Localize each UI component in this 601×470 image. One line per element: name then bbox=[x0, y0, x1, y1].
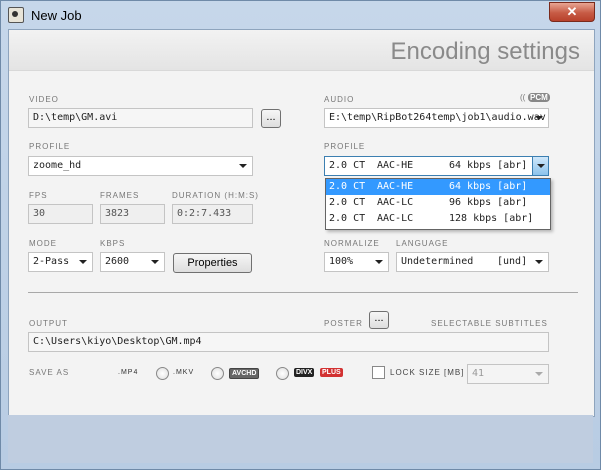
mode-value: 2-Pass bbox=[33, 256, 70, 267]
sound-icon: (( bbox=[520, 93, 526, 102]
audio-profile-codec: AAC-HE bbox=[377, 160, 414, 171]
lock-size-checkbox[interactable] bbox=[372, 366, 385, 379]
duration-label: DURATION (H:M:S) bbox=[172, 191, 259, 200]
language-value: Undetermined bbox=[401, 256, 474, 267]
fps-field[interactable]: 30 bbox=[28, 204, 93, 224]
fps-value: 30 bbox=[33, 208, 46, 219]
frames-field[interactable]: 3823 bbox=[100, 204, 165, 224]
kbps-value: 2600 bbox=[105, 256, 130, 267]
window-title: New Job bbox=[31, 8, 82, 23]
radio-mp4[interactable] bbox=[156, 367, 169, 380]
chevron-down-icon[interactable] bbox=[375, 260, 383, 264]
option-channels: 2.0 CT bbox=[329, 213, 366, 224]
video-browse-button[interactable]: ... bbox=[261, 109, 281, 128]
audio-label: AUDIO bbox=[324, 95, 355, 104]
audio-profile-option[interactable]: 2.0 CT AAC-HE 64 kbps [abr] bbox=[326, 179, 550, 195]
output-path-text: C:\Users\kiyo\Desktop\GM.mp4 bbox=[33, 336, 202, 347]
normalize-select[interactable]: 100% bbox=[324, 252, 389, 272]
output-label: OUTPUT bbox=[29, 319, 68, 328]
kbps-stepper[interactable]: 2600 bbox=[100, 252, 165, 272]
normalize-value: 100% bbox=[329, 256, 354, 267]
radio-avchd[interactable] bbox=[276, 367, 289, 380]
video-profile-select[interactable]: zoome_hd bbox=[28, 156, 253, 176]
option-codec: AAC-HE bbox=[377, 181, 414, 192]
lock-size-value: 41 bbox=[472, 368, 485, 379]
audio-profile-select[interactable]: 2.0 CT AAC-HE 64 kbps [abr] bbox=[324, 156, 549, 176]
frames-label: FRAMES bbox=[100, 191, 140, 200]
option-bitrate: 96 kbps [abr] bbox=[449, 197, 528, 208]
frames-value: 3823 bbox=[105, 208, 130, 219]
video-path-text: D:\temp\GM.avi bbox=[33, 112, 118, 123]
poster-label: POSTER bbox=[324, 319, 363, 328]
title-bar[interactable]: New Job ✕ bbox=[1, 1, 600, 29]
format-avchd-label: AVCHD bbox=[229, 368, 260, 379]
chevron-down-icon[interactable] bbox=[79, 260, 87, 264]
bottom-band bbox=[8, 415, 593, 463]
language-select[interactable]: Undetermined [und] bbox=[396, 252, 549, 272]
format-mkv-label: .MKV bbox=[173, 369, 195, 376]
properties-button[interactable]: Properties bbox=[173, 253, 252, 273]
audio-profile-bitrate: 64 kbps [abr] bbox=[449, 160, 528, 171]
format-mp4-label: .MP4 bbox=[118, 369, 139, 376]
video-profile-label: PROFILE bbox=[29, 142, 71, 151]
save-as-label: SAVE AS bbox=[29, 368, 70, 377]
language-label: LANGUAGE bbox=[396, 239, 449, 248]
language-code: [und] bbox=[497, 256, 528, 267]
header-band: Encoding settings bbox=[9, 30, 594, 71]
kbps-label: KBPS bbox=[100, 239, 126, 248]
pcm-badge-text: PCM bbox=[528, 93, 550, 102]
format-plus-label: PLUS bbox=[320, 368, 343, 377]
option-bitrate: 128 kbps [abr] bbox=[449, 213, 534, 224]
video-path-field[interactable]: D:\temp\GM.avi bbox=[28, 108, 253, 128]
page-title: Encoding settings bbox=[390, 38, 580, 65]
option-codec: AAC-LC bbox=[377, 197, 414, 208]
dropdown-button[interactable] bbox=[532, 157, 548, 175]
audio-path-text: E:\temp\RipBot264temp\job1\audio.wav bbox=[329, 112, 546, 123]
chevron-down-icon[interactable] bbox=[535, 116, 543, 120]
duration-field[interactable]: 0:2:7.433 bbox=[172, 204, 253, 224]
audio-profile-channels: 2.0 CT bbox=[329, 160, 366, 171]
lock-size-select[interactable]: 41 bbox=[467, 364, 549, 384]
format-divx-label: DIVX bbox=[294, 368, 315, 377]
option-channels: 2.0 CT bbox=[329, 197, 366, 208]
lock-size-label: LOCK SIZE [MB] bbox=[390, 368, 465, 377]
chevron-down-icon[interactable] bbox=[239, 164, 247, 168]
fps-label: FPS bbox=[29, 191, 48, 200]
duration-value: 0:2:7.433 bbox=[177, 208, 232, 219]
audio-path-field[interactable]: E:\temp\RipBot264temp\job1\audio.wav bbox=[324, 108, 549, 128]
radio-mkv[interactable] bbox=[211, 367, 224, 380]
app-icon bbox=[8, 7, 24, 23]
chevron-down-icon[interactable] bbox=[535, 372, 543, 376]
video-profile-value: zoome_hd bbox=[33, 160, 82, 171]
mode-select[interactable]: 2-Pass bbox=[28, 252, 93, 272]
chevron-down-icon[interactable] bbox=[151, 260, 159, 264]
section-divider bbox=[28, 292, 578, 293]
output-path-field[interactable]: C:\Users\kiyo\Desktop\GM.mp4 bbox=[28, 332, 549, 352]
mode-label: MODE bbox=[29, 239, 57, 248]
close-button[interactable]: ✕ bbox=[549, 2, 595, 22]
option-codec: AAC-LC bbox=[377, 213, 414, 224]
option-channels: 2.0 CT bbox=[329, 181, 366, 192]
option-bitrate: 64 kbps [abr] bbox=[449, 181, 528, 192]
chevron-down-icon[interactable] bbox=[535, 260, 543, 264]
audio-profile-option[interactable]: 2.0 CT AAC-LC 96 kbps [abr] bbox=[326, 195, 550, 211]
chevron-down-icon bbox=[537, 164, 545, 168]
normalize-label: NORMALIZE bbox=[324, 239, 380, 248]
video-label: VIDEO bbox=[29, 95, 59, 104]
audio-profile-dropdown-list: 2.0 CT AAC-HE 64 kbps [abr] 2.0 CT AAC-LC 96 … bbox=[325, 178, 551, 230]
selectable-subtitles-label: SELECTABLE SUBTITLES bbox=[431, 319, 548, 328]
poster-browse-button[interactable]: ... bbox=[369, 311, 389, 329]
audio-profile-option[interactable]: 2.0 CT AAC-LC 128 kbps [abr] bbox=[326, 211, 550, 227]
audio-profile-label: PROFILE bbox=[324, 142, 366, 151]
